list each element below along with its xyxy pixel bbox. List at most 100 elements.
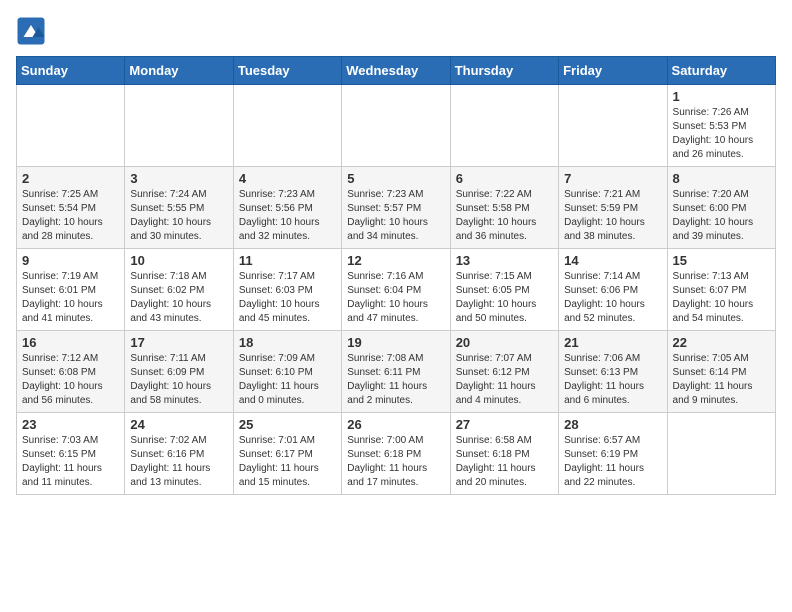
day-number: 23	[22, 417, 119, 432]
day-info: Sunrise: 7:21 AM Sunset: 5:59 PM Dayligh…	[564, 188, 661, 244]
calendar-cell: 12 Sunrise: 7:16 AM Sunset: 6:04 PM Dayli…	[342, 249, 450, 331]
day-number: 24	[130, 417, 227, 432]
calendar-cell	[342, 85, 450, 167]
day-info: Sunrise: 7:23 AM Sunset: 5:56 PM Dayligh…	[239, 188, 336, 244]
day-number: 2	[22, 171, 119, 186]
calendar-cell: 23 Sunrise: 7:03 AM Sunset: 6:15 PM Dayli…	[17, 413, 125, 495]
calendar-cell: 11 Sunrise: 7:17 AM Sunset: 6:03 PM Dayli…	[233, 249, 341, 331]
calendar-cell: 8Sunrise: 7:20 AM Sunset: 6:00 PM Daylig…	[667, 167, 775, 249]
day-number: 22	[673, 335, 770, 350]
day-number: 17	[130, 335, 227, 350]
calendar-cell: 24 Sunrise: 7:02 AM Sunset: 6:16 PM Dayli…	[125, 413, 233, 495]
day-info: Sunrise: 7:26 AM Sunset: 5:53 PM Dayligh…	[673, 106, 770, 162]
calendar-cell: 4 Sunrise: 7:23 AM Sunset: 5:56 PM Daylig…	[233, 167, 341, 249]
calendar-cell: 3 Sunrise: 7:24 AM Sunset: 5:55 PM Daylig…	[125, 167, 233, 249]
weekday-header-wednesday: Wednesday	[342, 57, 450, 85]
day-number: 3	[130, 171, 227, 186]
day-number: 11	[239, 253, 336, 268]
day-info: Sunrise: 6:58 AM Sunset: 6:18 PM Dayligh…	[456, 434, 553, 490]
day-number: 18	[239, 335, 336, 350]
calendar-cell	[125, 85, 233, 167]
day-info: Sunrise: 7:24 AM Sunset: 5:55 PM Dayligh…	[130, 188, 227, 244]
day-info: Sunrise: 6:57 AM Sunset: 6:19 PM Dayligh…	[564, 434, 661, 490]
weekday-header-tuesday: Tuesday	[233, 57, 341, 85]
day-info: Sunrise: 7:08 AM Sunset: 6:11 PM Dayligh…	[347, 352, 444, 408]
day-number: 7	[564, 171, 661, 186]
day-info: Sunrise: 7:13 AM Sunset: 6:07 PM Dayligh…	[673, 270, 770, 326]
day-info: Sunrise: 7:16 AM Sunset: 6:04 PM Dayligh…	[347, 270, 444, 326]
day-number: 14	[564, 253, 661, 268]
day-number: 20	[456, 335, 553, 350]
calendar-cell: 6 Sunrise: 7:22 AM Sunset: 5:58 PM Daylig…	[450, 167, 558, 249]
day-info: Sunrise: 7:03 AM Sunset: 6:15 PM Dayligh…	[22, 434, 119, 490]
week-row-2: 2 Sunrise: 7:25 AM Sunset: 5:54 PM Daylig…	[17, 167, 776, 249]
calendar-cell: 18 Sunrise: 7:09 AM Sunset: 6:10 PM Dayli…	[233, 331, 341, 413]
week-row-5: 23 Sunrise: 7:03 AM Sunset: 6:15 PM Dayli…	[17, 413, 776, 495]
day-info: Sunrise: 7:23 AM Sunset: 5:57 PM Dayligh…	[347, 188, 444, 244]
day-info: Sunrise: 7:22 AM Sunset: 5:58 PM Dayligh…	[456, 188, 553, 244]
day-number: 6	[456, 171, 553, 186]
calendar-cell: 28 Sunrise: 6:57 AM Sunset: 6:19 PM Dayli…	[559, 413, 667, 495]
day-info: Sunrise: 7:19 AM Sunset: 6:01 PM Dayligh…	[22, 270, 119, 326]
calendar-cell: 9 Sunrise: 7:19 AM Sunset: 6:01 PM Daylig…	[17, 249, 125, 331]
day-info: Sunrise: 7:11 AM Sunset: 6:09 PM Dayligh…	[130, 352, 227, 408]
day-number: 13	[456, 253, 553, 268]
day-number: 25	[239, 417, 336, 432]
day-info: Sunrise: 7:15 AM Sunset: 6:05 PM Dayligh…	[456, 270, 553, 326]
calendar-cell	[17, 85, 125, 167]
calendar-cell: 16 Sunrise: 7:12 AM Sunset: 6:08 PM Dayli…	[17, 331, 125, 413]
calendar-cell: 2 Sunrise: 7:25 AM Sunset: 5:54 PM Daylig…	[17, 167, 125, 249]
calendar-cell: 19 Sunrise: 7:08 AM Sunset: 6:11 PM Dayli…	[342, 331, 450, 413]
calendar-cell: 20Sunrise: 7:07 AM Sunset: 6:12 PM Dayli…	[450, 331, 558, 413]
weekday-header-row: SundayMondayTuesdayWednesdayThursdayFrid…	[17, 57, 776, 85]
calendar-cell	[450, 85, 558, 167]
day-info: Sunrise: 7:12 AM Sunset: 6:08 PM Dayligh…	[22, 352, 119, 408]
weekday-header-sunday: Sunday	[17, 57, 125, 85]
day-info: Sunrise: 7:01 AM Sunset: 6:17 PM Dayligh…	[239, 434, 336, 490]
day-number: 16	[22, 335, 119, 350]
day-number: 21	[564, 335, 661, 350]
day-number: 12	[347, 253, 444, 268]
day-info: Sunrise: 7:17 AM Sunset: 6:03 PM Dayligh…	[239, 270, 336, 326]
calendar-cell: 13 Sunrise: 7:15 AM Sunset: 6:05 PM Dayli…	[450, 249, 558, 331]
week-row-1: 1 Sunrise: 7:26 AM Sunset: 5:53 PM Daylig…	[17, 85, 776, 167]
page-header	[16, 16, 776, 46]
day-info: Sunrise: 7:09 AM Sunset: 6:10 PM Dayligh…	[239, 352, 336, 408]
logo-icon	[16, 16, 46, 46]
week-row-4: 16 Sunrise: 7:12 AM Sunset: 6:08 PM Dayli…	[17, 331, 776, 413]
calendar-cell: 25 Sunrise: 7:01 AM Sunset: 6:17 PM Dayli…	[233, 413, 341, 495]
day-number: 4	[239, 171, 336, 186]
day-info: Sunrise: 7:06 AM Sunset: 6:13 PM Dayligh…	[564, 352, 661, 408]
calendar-cell: 10Sunrise: 7:18 AM Sunset: 6:02 PM Dayli…	[125, 249, 233, 331]
day-info: Sunrise: 7:14 AM Sunset: 6:06 PM Dayligh…	[564, 270, 661, 326]
day-number: 27	[456, 417, 553, 432]
calendar-cell	[667, 413, 775, 495]
day-number: 26	[347, 417, 444, 432]
calendar-cell: 22 Sunrise: 7:05 AM Sunset: 6:14 PM Dayli…	[667, 331, 775, 413]
day-number: 19	[347, 335, 444, 350]
day-number: 5	[347, 171, 444, 186]
calendar-cell: 14 Sunrise: 7:14 AM Sunset: 6:06 PM Dayli…	[559, 249, 667, 331]
weekday-header-saturday: Saturday	[667, 57, 775, 85]
day-number: 9	[22, 253, 119, 268]
calendar-cell: 21 Sunrise: 7:06 AM Sunset: 6:13 PM Dayli…	[559, 331, 667, 413]
calendar-cell: 27 Sunrise: 6:58 AM Sunset: 6:18 PM Dayli…	[450, 413, 558, 495]
day-info: Sunrise: 7:05 AM Sunset: 6:14 PM Dayligh…	[673, 352, 770, 408]
calendar-cell: 1 Sunrise: 7:26 AM Sunset: 5:53 PM Daylig…	[667, 85, 775, 167]
day-number: 15	[673, 253, 770, 268]
calendar-cell: 26Sunrise: 7:00 AM Sunset: 6:18 PM Dayli…	[342, 413, 450, 495]
day-number: 28	[564, 417, 661, 432]
calendar-cell: 15 Sunrise: 7:13 AM Sunset: 6:07 PM Dayli…	[667, 249, 775, 331]
calendar-cell	[233, 85, 341, 167]
day-info: Sunrise: 7:02 AM Sunset: 6:16 PM Dayligh…	[130, 434, 227, 490]
calendar-cell: 17 Sunrise: 7:11 AM Sunset: 6:09 PM Dayli…	[125, 331, 233, 413]
calendar-cell: 5 Sunrise: 7:23 AM Sunset: 5:57 PM Daylig…	[342, 167, 450, 249]
calendar-cell: 7 Sunrise: 7:21 AM Sunset: 5:59 PM Daylig…	[559, 167, 667, 249]
logo	[16, 16, 50, 46]
day-info: Sunrise: 7:25 AM Sunset: 5:54 PM Dayligh…	[22, 188, 119, 244]
weekday-header-friday: Friday	[559, 57, 667, 85]
week-row-3: 9 Sunrise: 7:19 AM Sunset: 6:01 PM Daylig…	[17, 249, 776, 331]
calendar-cell	[559, 85, 667, 167]
weekday-header-monday: Monday	[125, 57, 233, 85]
day-number: 1	[673, 89, 770, 104]
